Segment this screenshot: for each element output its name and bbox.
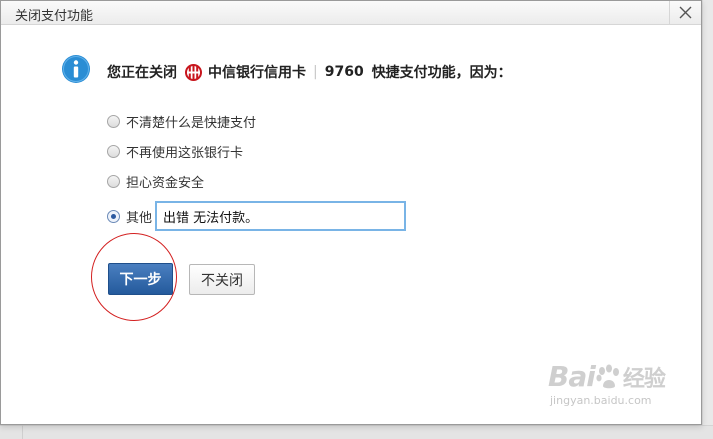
- close-payment-dialog: 关闭支付功能 您正在关闭 中信银行信用卡 | 9760 快捷支付功能，因为： 不…: [0, 0, 702, 425]
- bank-name: 中信银行信用卡: [208, 65, 306, 81]
- other-reason-input[interactable]: [155, 201, 406, 231]
- option-label: 不再使用这张银行卡: [126, 146, 244, 161]
- option-label: 其他: [126, 211, 153, 226]
- dialog-title: 关闭支付功能: [15, 9, 94, 24]
- card-last-digits: 9760: [324, 64, 364, 80]
- option-label: 不清楚什么是快捷支付: [126, 116, 257, 131]
- headline-separator: |: [313, 64, 318, 80]
- close-icon: [679, 6, 692, 19]
- background-window-edge: [702, 0, 713, 439]
- reason-option-other[interactable]: 其他: [107, 207, 152, 226]
- close-button[interactable]: [669, 1, 700, 25]
- radio-button[interactable]: [107, 115, 120, 128]
- reason-option-no-longer-use[interactable]: 不再使用这张银行卡: [107, 142, 243, 161]
- citic-bank-logo-icon: [185, 63, 202, 81]
- info-icon: [62, 55, 90, 83]
- dialog-titlebar: 关闭支付功能: [1, 1, 701, 25]
- radio-button-selected[interactable]: [107, 210, 120, 223]
- headline: 您正在关闭 中信银行信用卡 | 9760 快捷支付功能，因为：: [107, 62, 512, 82]
- radio-button[interactable]: [107, 145, 120, 158]
- reason-option-unclear[interactable]: 不清楚什么是快捷支付: [107, 112, 256, 131]
- option-label: 担心资金安全: [126, 176, 205, 191]
- headline-suffix: 快捷支付功能，因为：: [371, 65, 512, 81]
- background-divider: [22, 425, 23, 439]
- background-window-bottom: [0, 425, 713, 439]
- do-not-close-button[interactable]: 不关闭: [189, 264, 255, 295]
- next-step-button[interactable]: 下一步: [108, 263, 173, 295]
- headline-prefix: 您正在关闭: [107, 65, 177, 81]
- reason-option-security[interactable]: 担心资金安全: [107, 172, 204, 191]
- radio-button[interactable]: [107, 175, 120, 188]
